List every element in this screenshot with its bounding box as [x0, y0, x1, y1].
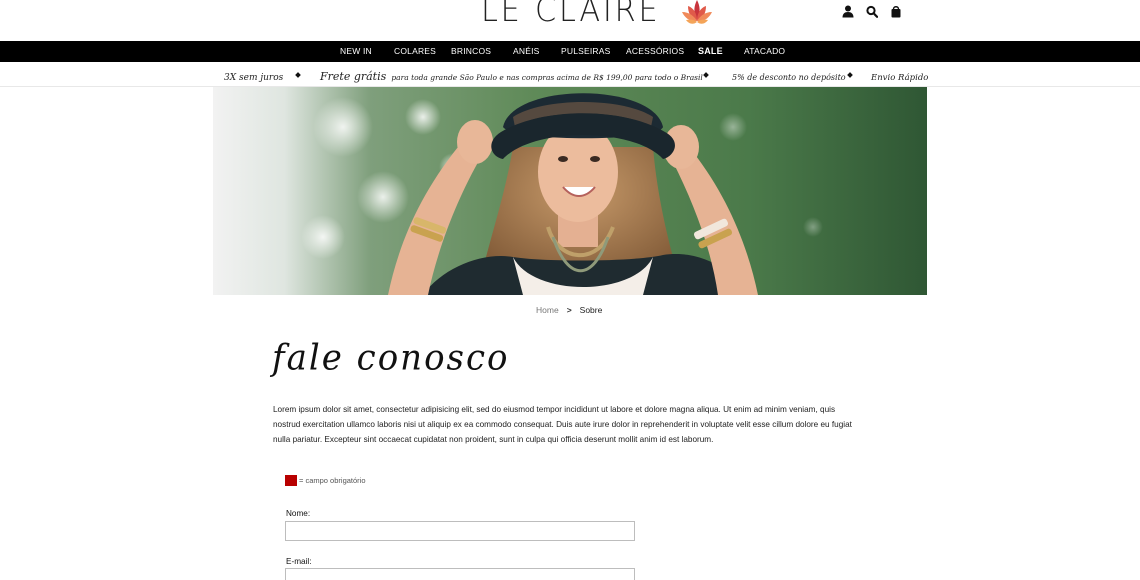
required-note-text: = campo obrigatório — [299, 476, 366, 485]
intro-paragraph: Lorem ipsum dolor sit amet, consectetur … — [273, 405, 852, 444]
promo-shipping: Frete grátis para toda grande São Paulo … — [320, 70, 703, 83]
promo-separator — [847, 72, 853, 78]
user-icon[interactable] — [842, 5, 854, 18]
hero-photo — [213, 87, 927, 295]
nav-acessorios[interactable]: ACESSÓRIOS — [626, 41, 684, 62]
shopping-bag-icon[interactable] — [890, 5, 902, 18]
email-field[interactable] — [285, 568, 635, 580]
nav-new-in[interactable]: NEW IN — [340, 41, 372, 62]
header-actions — [842, 5, 902, 18]
nav-colares[interactable]: COLARES — [394, 41, 436, 62]
logo[interactable]: LE CLAIRE — [481, 0, 714, 30]
required-field-legend: = campo obrigatório — [285, 475, 366, 486]
email-label: E-mail: — [286, 557, 312, 566]
nav-aneis[interactable]: ANÉIS — [513, 41, 540, 62]
site-header: LE CLAIRE — [0, 0, 1140, 41]
breadcrumb-home-link[interactable]: Home — [536, 305, 559, 315]
promo-fast-shipping: Envio Rápido — [871, 73, 929, 83]
required-marker — [285, 475, 297, 486]
nav-pulseiras[interactable]: PULSEIRAS — [561, 41, 611, 62]
breadcrumb-separator: > — [566, 305, 572, 315]
name-label: Nome: — [286, 509, 311, 518]
nav-atacado[interactable]: ATACADO — [744, 41, 785, 62]
promo-deposit: 5% de desconto no depósito — [732, 73, 846, 82]
promo-installments: 3X sem juros — [224, 73, 284, 83]
promo-separator — [703, 72, 709, 78]
search-icon[interactable] — [866, 5, 878, 18]
logo-text: LE CLAIRE — [481, 0, 661, 29]
breadcrumb: Home > Sobre — [536, 305, 602, 315]
name-field[interactable] — [285, 521, 635, 541]
nav-brincos[interactable]: BRINCOS — [451, 41, 491, 62]
promo-strip: 3X sem juros Frete grátis para toda gran… — [0, 62, 1140, 87]
page-title: fale conosco — [272, 337, 510, 379]
lotus-flower-icon — [682, 0, 712, 24]
nav-sale[interactable]: SALE — [698, 41, 723, 62]
hero-banner-image — [213, 87, 927, 295]
breadcrumb-current: Sobre — [579, 305, 603, 315]
main-navigation: NEW IN COLARES BRINCOS ANÉIS PULSEIRAS A… — [0, 41, 1140, 62]
promo-separator — [295, 72, 301, 78]
